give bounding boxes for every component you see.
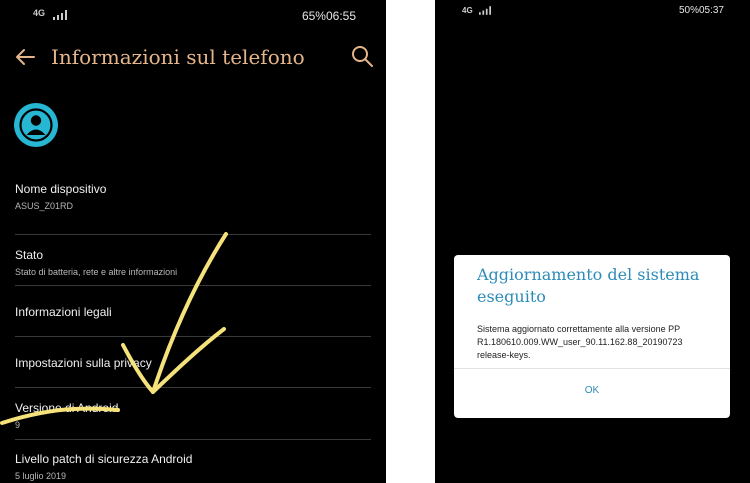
signal-icon: [53, 10, 67, 20]
setting-subtitle: Stato di batteria, rete e altre informaz…: [15, 267, 178, 277]
right-phone-screen: 4G 50%05:37 Aggiornamento del sistema es…: [435, 0, 750, 483]
setting-title: Nome dispositivo: [15, 182, 107, 196]
status-bar: 4G 50%05:37: [435, 0, 750, 30]
battery-level: 50%: [678, 5, 699, 16]
page-title: Informazioni sul telefono: [51, 45, 305, 69]
setting-android-version[interactable]: Versione di Android 9: [15, 401, 371, 430]
dialog-message: Sistema aggiornato correttamente alla ve…: [477, 324, 683, 360]
setting-title: Stato: [15, 248, 44, 262]
setting-legal-info[interactable]: Informazioni legali: [15, 305, 371, 319]
clock: 06:55: [325, 9, 356, 23]
setting-title: Impostazioni sulla privacy: [15, 356, 152, 370]
divider: [15, 387, 371, 388]
status-right: 65%06:55: [302, 9, 356, 23]
arrow-left-icon[interactable]: [12, 45, 38, 69]
setting-value: 9: [15, 420, 21, 430]
divider: [15, 439, 371, 440]
setting-title: Livello patch di sicurezza Android: [15, 452, 193, 466]
signal-icon: [479, 6, 491, 15]
divider: [15, 234, 371, 235]
dialog-title: Aggiornamento del sistema eseguito: [477, 265, 700, 306]
status-right: 50%05:37: [679, 5, 724, 16]
clock: 05:37: [698, 5, 724, 16]
left-phone-screen: 4G 65%06:55 Informazioni sul telefono No…: [0, 0, 386, 483]
setting-value: 5 luglio 2019: [15, 471, 67, 481]
setting-title: Informazioni legali: [15, 305, 112, 319]
setting-title: Versione di Android: [15, 401, 119, 415]
network-type: 4G: [462, 6, 473, 15]
person-icon: [14, 103, 58, 147]
setting-device-name[interactable]: Nome dispositivo ASUS_Z01RD: [15, 182, 371, 211]
battery-level: 65%: [301, 9, 326, 23]
network-type: 4G: [33, 8, 46, 18]
setting-status[interactable]: Stato Stato di batteria, rete e altre in…: [15, 248, 371, 277]
setting-value: ASUS_Z01RD: [15, 201, 74, 211]
setting-privacy[interactable]: Impostazioni sulla privacy: [15, 356, 371, 370]
dialog-divider: [454, 368, 730, 369]
status-bar: 4G 65%06:55: [0, 0, 386, 30]
setting-security-patch[interactable]: Livello patch di sicurezza Android 5 lug…: [15, 452, 371, 481]
update-dialog: Aggiornamento del sistema eseguito Siste…: [454, 255, 730, 418]
search-icon[interactable]: [350, 44, 374, 68]
divider: [15, 285, 371, 286]
ok-button[interactable]: OK: [454, 379, 730, 403]
divider: [15, 336, 371, 337]
app-bar: Informazioni sul telefono: [0, 40, 386, 76]
